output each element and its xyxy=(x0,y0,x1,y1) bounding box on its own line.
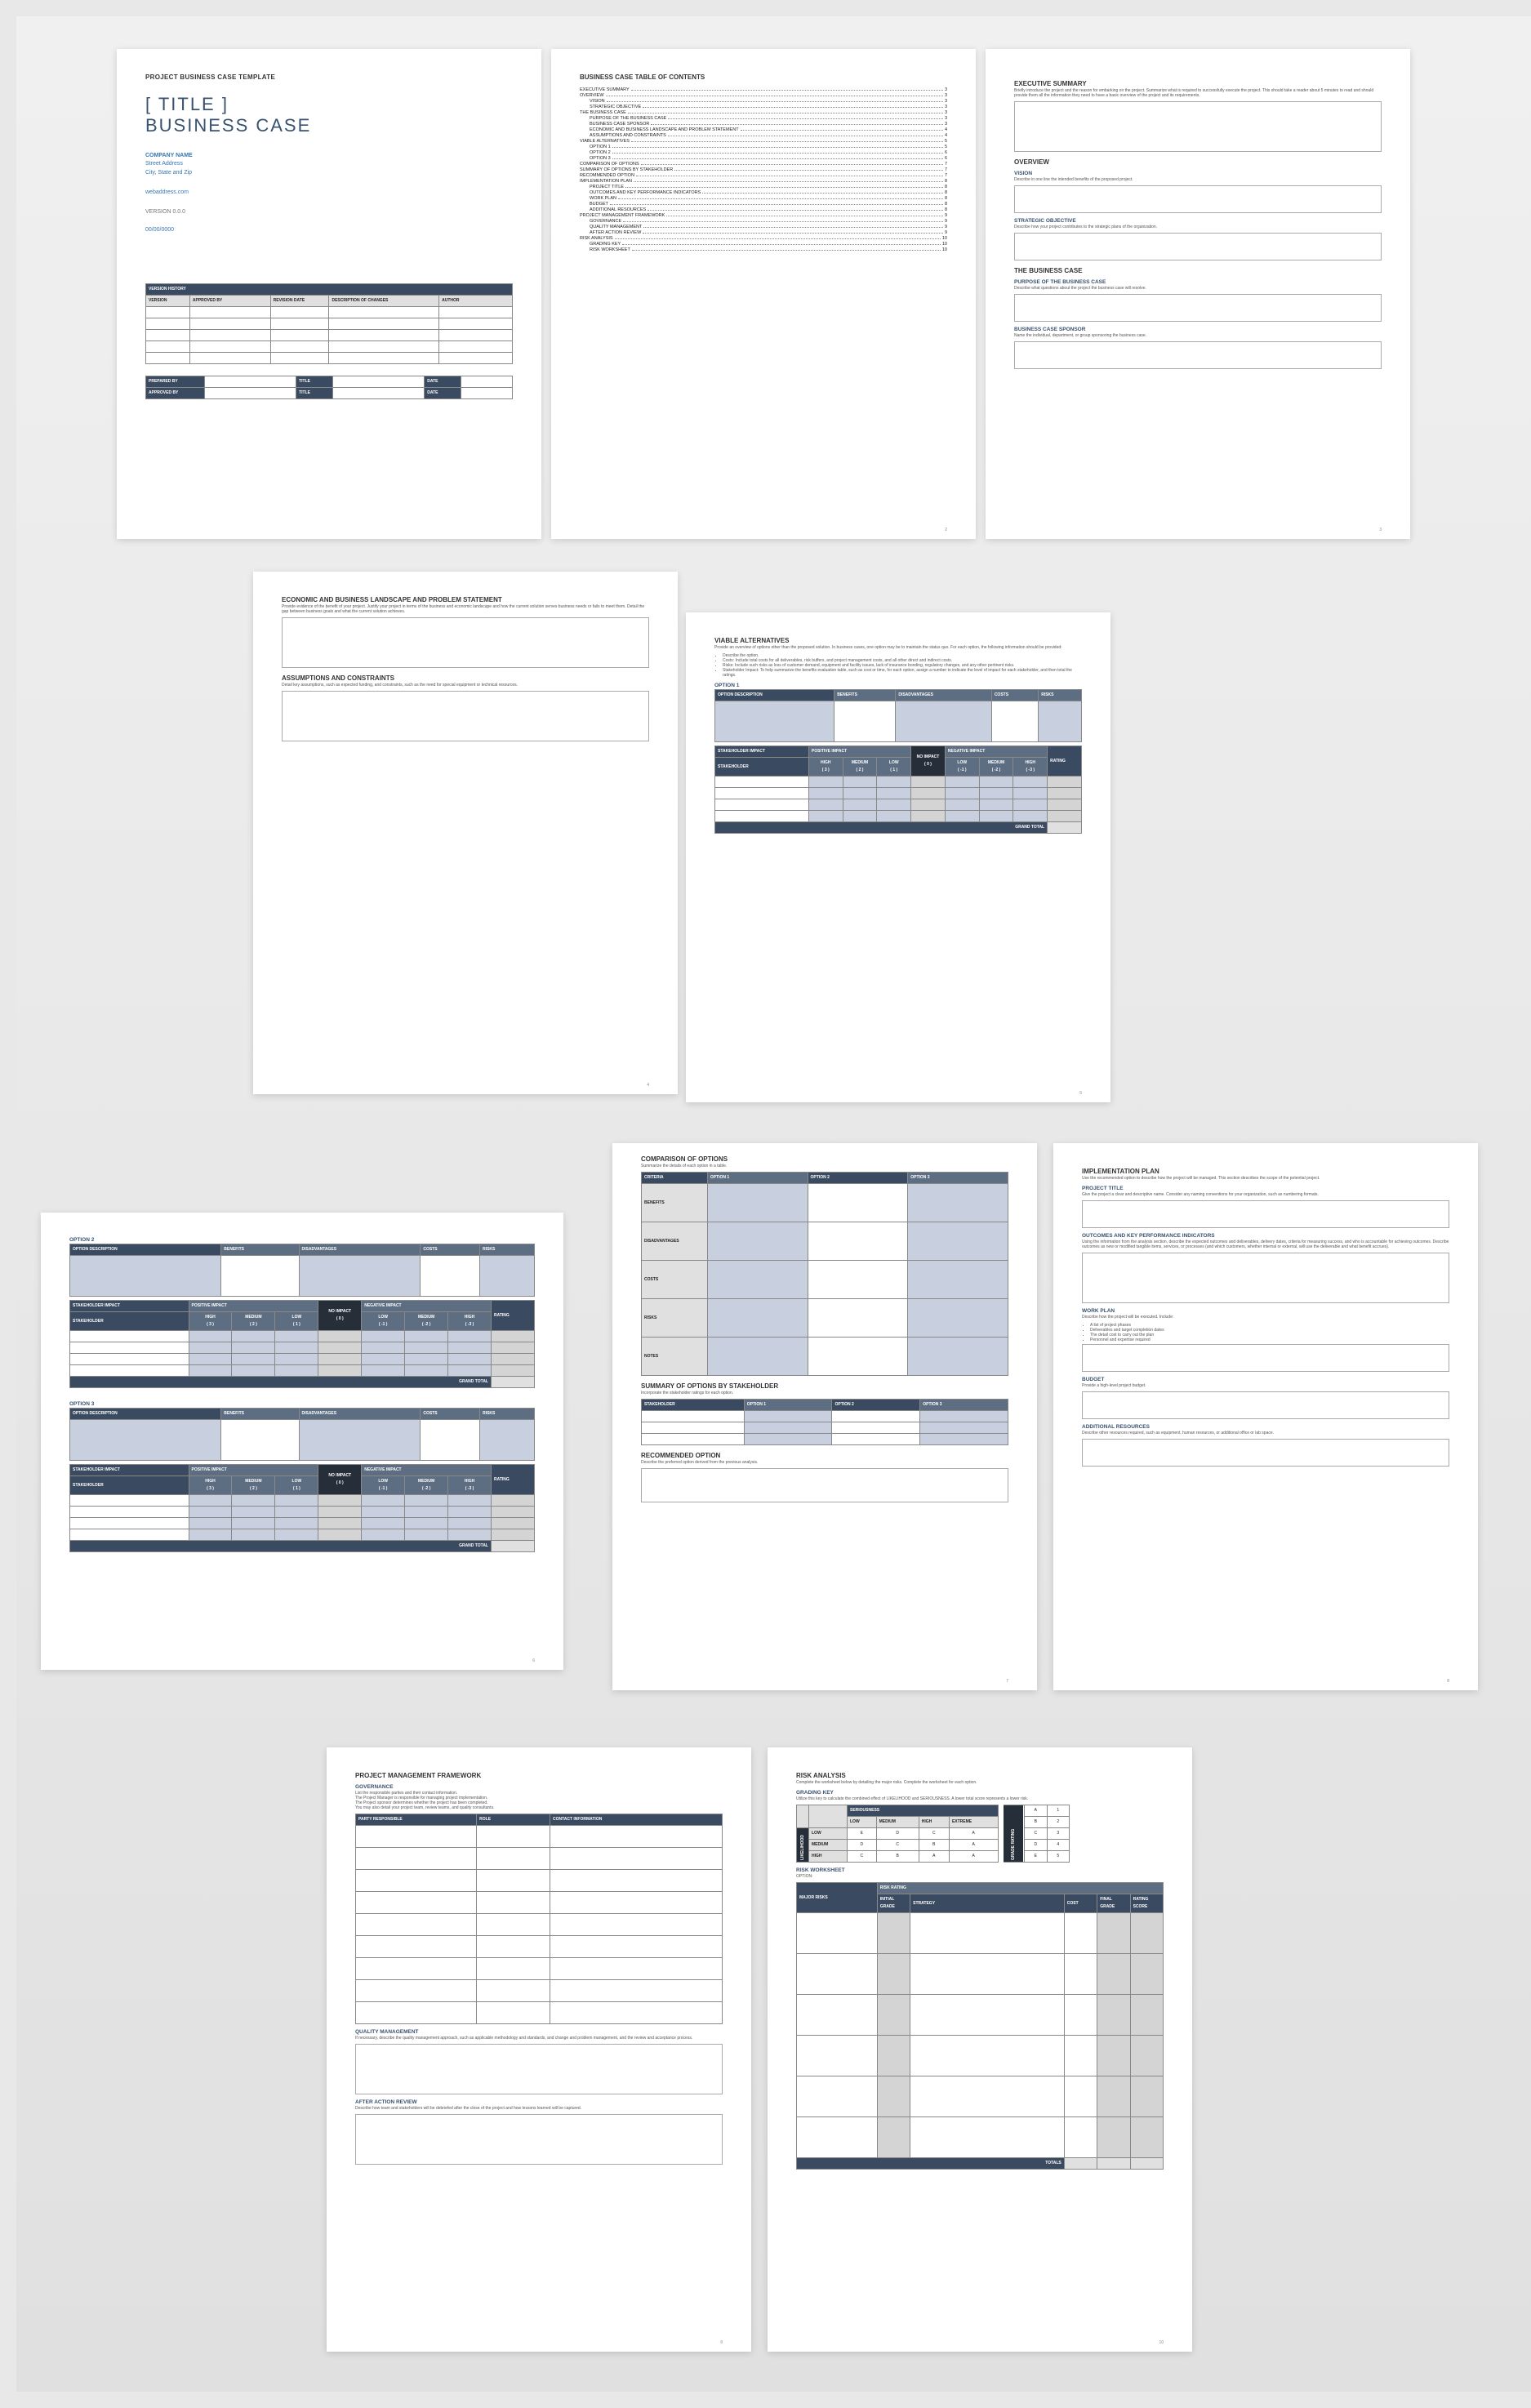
company-name: COMPANY NAME xyxy=(145,152,513,161)
page-5-alternatives: VIABLE ALTERNATIVES Provide an overview … xyxy=(686,612,1110,1102)
toc-list: EXECUTIVE SUMMARY3OVERVIEW3VISION3STRATE… xyxy=(580,87,947,252)
page-3-exec-summary: EXECUTIVE SUMMARY Briefly introduce the … xyxy=(986,49,1410,539)
template-label: PROJECT BUSINESS CASE TEMPLATE xyxy=(145,73,513,81)
grading-key-table: SERIOUSNESS LOWMEDIUMHIGHEXTREME LIKELIH… xyxy=(796,1805,999,1863)
page-1-cover: PROJECT BUSINESS CASE TEMPLATE [ TITLE ]… xyxy=(117,49,541,539)
grade-rating-table: GRADE RATINGA1 B2 C3 D4 E5 xyxy=(1004,1805,1070,1863)
page-7-comparison: COMPARISON OF OPTIONS Summarize the deta… xyxy=(612,1143,1037,1690)
version: VERSION 0.0.0 xyxy=(145,209,513,215)
business-case-h: THE BUSINESS CASE xyxy=(1014,267,1382,274)
web-address: webaddress.com xyxy=(145,189,513,198)
page-10-risk: RISK ANALYSIS Complete the worksheet bel… xyxy=(768,1747,1192,2352)
addr-line1: Street Address xyxy=(145,160,513,169)
addr-line2: City, State and Zip xyxy=(145,169,513,178)
risk-worksheet-table: MAJOR RISKSRISK RATING INITIAL GRADESTRA… xyxy=(796,1882,1164,2170)
doc-title: [ TITLE ] BUSINESS CASE xyxy=(145,94,513,137)
page-6-options: OPTION 2 OPTION DESCRIPTIONBENEFITSDISAD… xyxy=(41,1213,563,1670)
summary-stakeholder-table: STAKEHOLDEROPTION 1OPTION 2OPTION 3 xyxy=(641,1399,1008,1445)
overview-h: OVERVIEW xyxy=(1014,158,1382,166)
page-2-toc: BUSINESS CASE TABLE OF CONTENTS EXECUTIV… xyxy=(551,49,976,539)
comparison-table: CRITERIAOPTION 1OPTION 2OPTION 3 BENEFIT… xyxy=(641,1172,1008,1376)
doc-date: 00/00/0000 xyxy=(145,226,513,235)
page-9-pmf: PROJECT MANAGEMENT FRAMEWORK GOVERNANCE … xyxy=(327,1747,751,2352)
signature-table: PREPARED BYTITLEDATE APPROVED BYTITLEDAT… xyxy=(145,376,513,399)
page-8-impl-plan: IMPLEMENTATION PLAN Use the recommended … xyxy=(1053,1143,1478,1690)
page-4-landscape: ECONOMIC AND BUSINESS LANDSCAPE AND PROB… xyxy=(253,572,678,1094)
version-history-table: VERSION HISTORY VERSION APPROVED BY REVI… xyxy=(145,283,513,364)
toc-heading: BUSINESS CASE TABLE OF CONTENTS xyxy=(580,73,947,81)
governance-table: PARTY RESPONSIBLEROLECONTACT INFORMATION xyxy=(355,1814,723,2024)
exec-summary-h: EXECUTIVE SUMMARY xyxy=(1014,80,1382,87)
